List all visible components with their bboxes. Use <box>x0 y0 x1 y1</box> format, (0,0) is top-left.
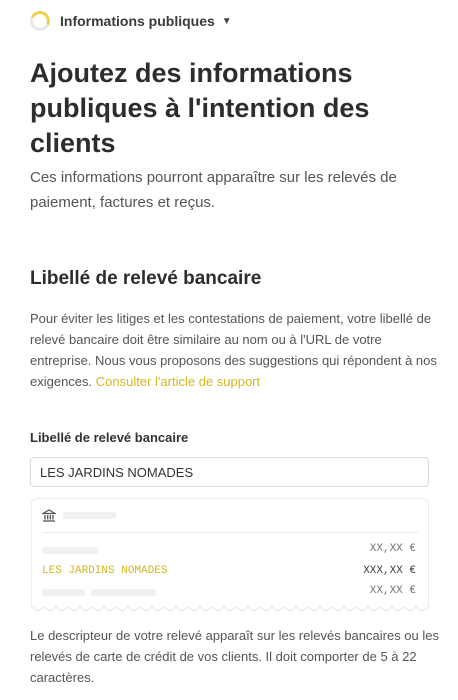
statement-descriptor-input[interactable] <box>30 457 429 487</box>
statement-field-label: Libellé de relevé bancaire <box>30 430 189 445</box>
section-selector-label: Informations publiques <box>60 13 215 29</box>
section-description: Pour éviter les litiges et les contestat… <box>30 308 440 392</box>
section-selector[interactable]: Informations publiques ▼ <box>27 8 232 34</box>
support-article-link[interactable]: Consulter l'article de support <box>96 374 260 389</box>
descriptor-help-text: Le descripteur de votre relevé apparaît … <box>30 628 439 685</box>
statement-descriptor-preview: LES JARDINS NOMADES <box>42 565 168 577</box>
row-amount: XX,XX € <box>369 543 416 555</box>
section-heading: Libellé de relevé bancaire <box>30 268 262 289</box>
row-label-placeholder <box>91 589 156 596</box>
page-title: Ajoutez des informations publiques à l'i… <box>30 58 370 158</box>
row-amount: XXX,XX € <box>363 565 416 577</box>
bank-icon <box>42 509 56 522</box>
row-label-placeholder <box>42 547 98 554</box>
row-amount: XX,XX € <box>369 585 416 597</box>
progress-ring-icon <box>27 8 53 34</box>
statement-preview: XX,XX € LES JARDINS NOMADES XXX,XX € XX,… <box>31 498 429 612</box>
bank-name-placeholder <box>63 512 116 519</box>
chevron-down-icon: ▼ <box>221 15 232 27</box>
preview-divider <box>42 532 418 533</box>
page-subtitle: Ces informations pourront apparaître sur… <box>30 169 397 211</box>
row-label-placeholder <box>42 589 85 596</box>
receipt-torn-edge <box>32 606 429 612</box>
